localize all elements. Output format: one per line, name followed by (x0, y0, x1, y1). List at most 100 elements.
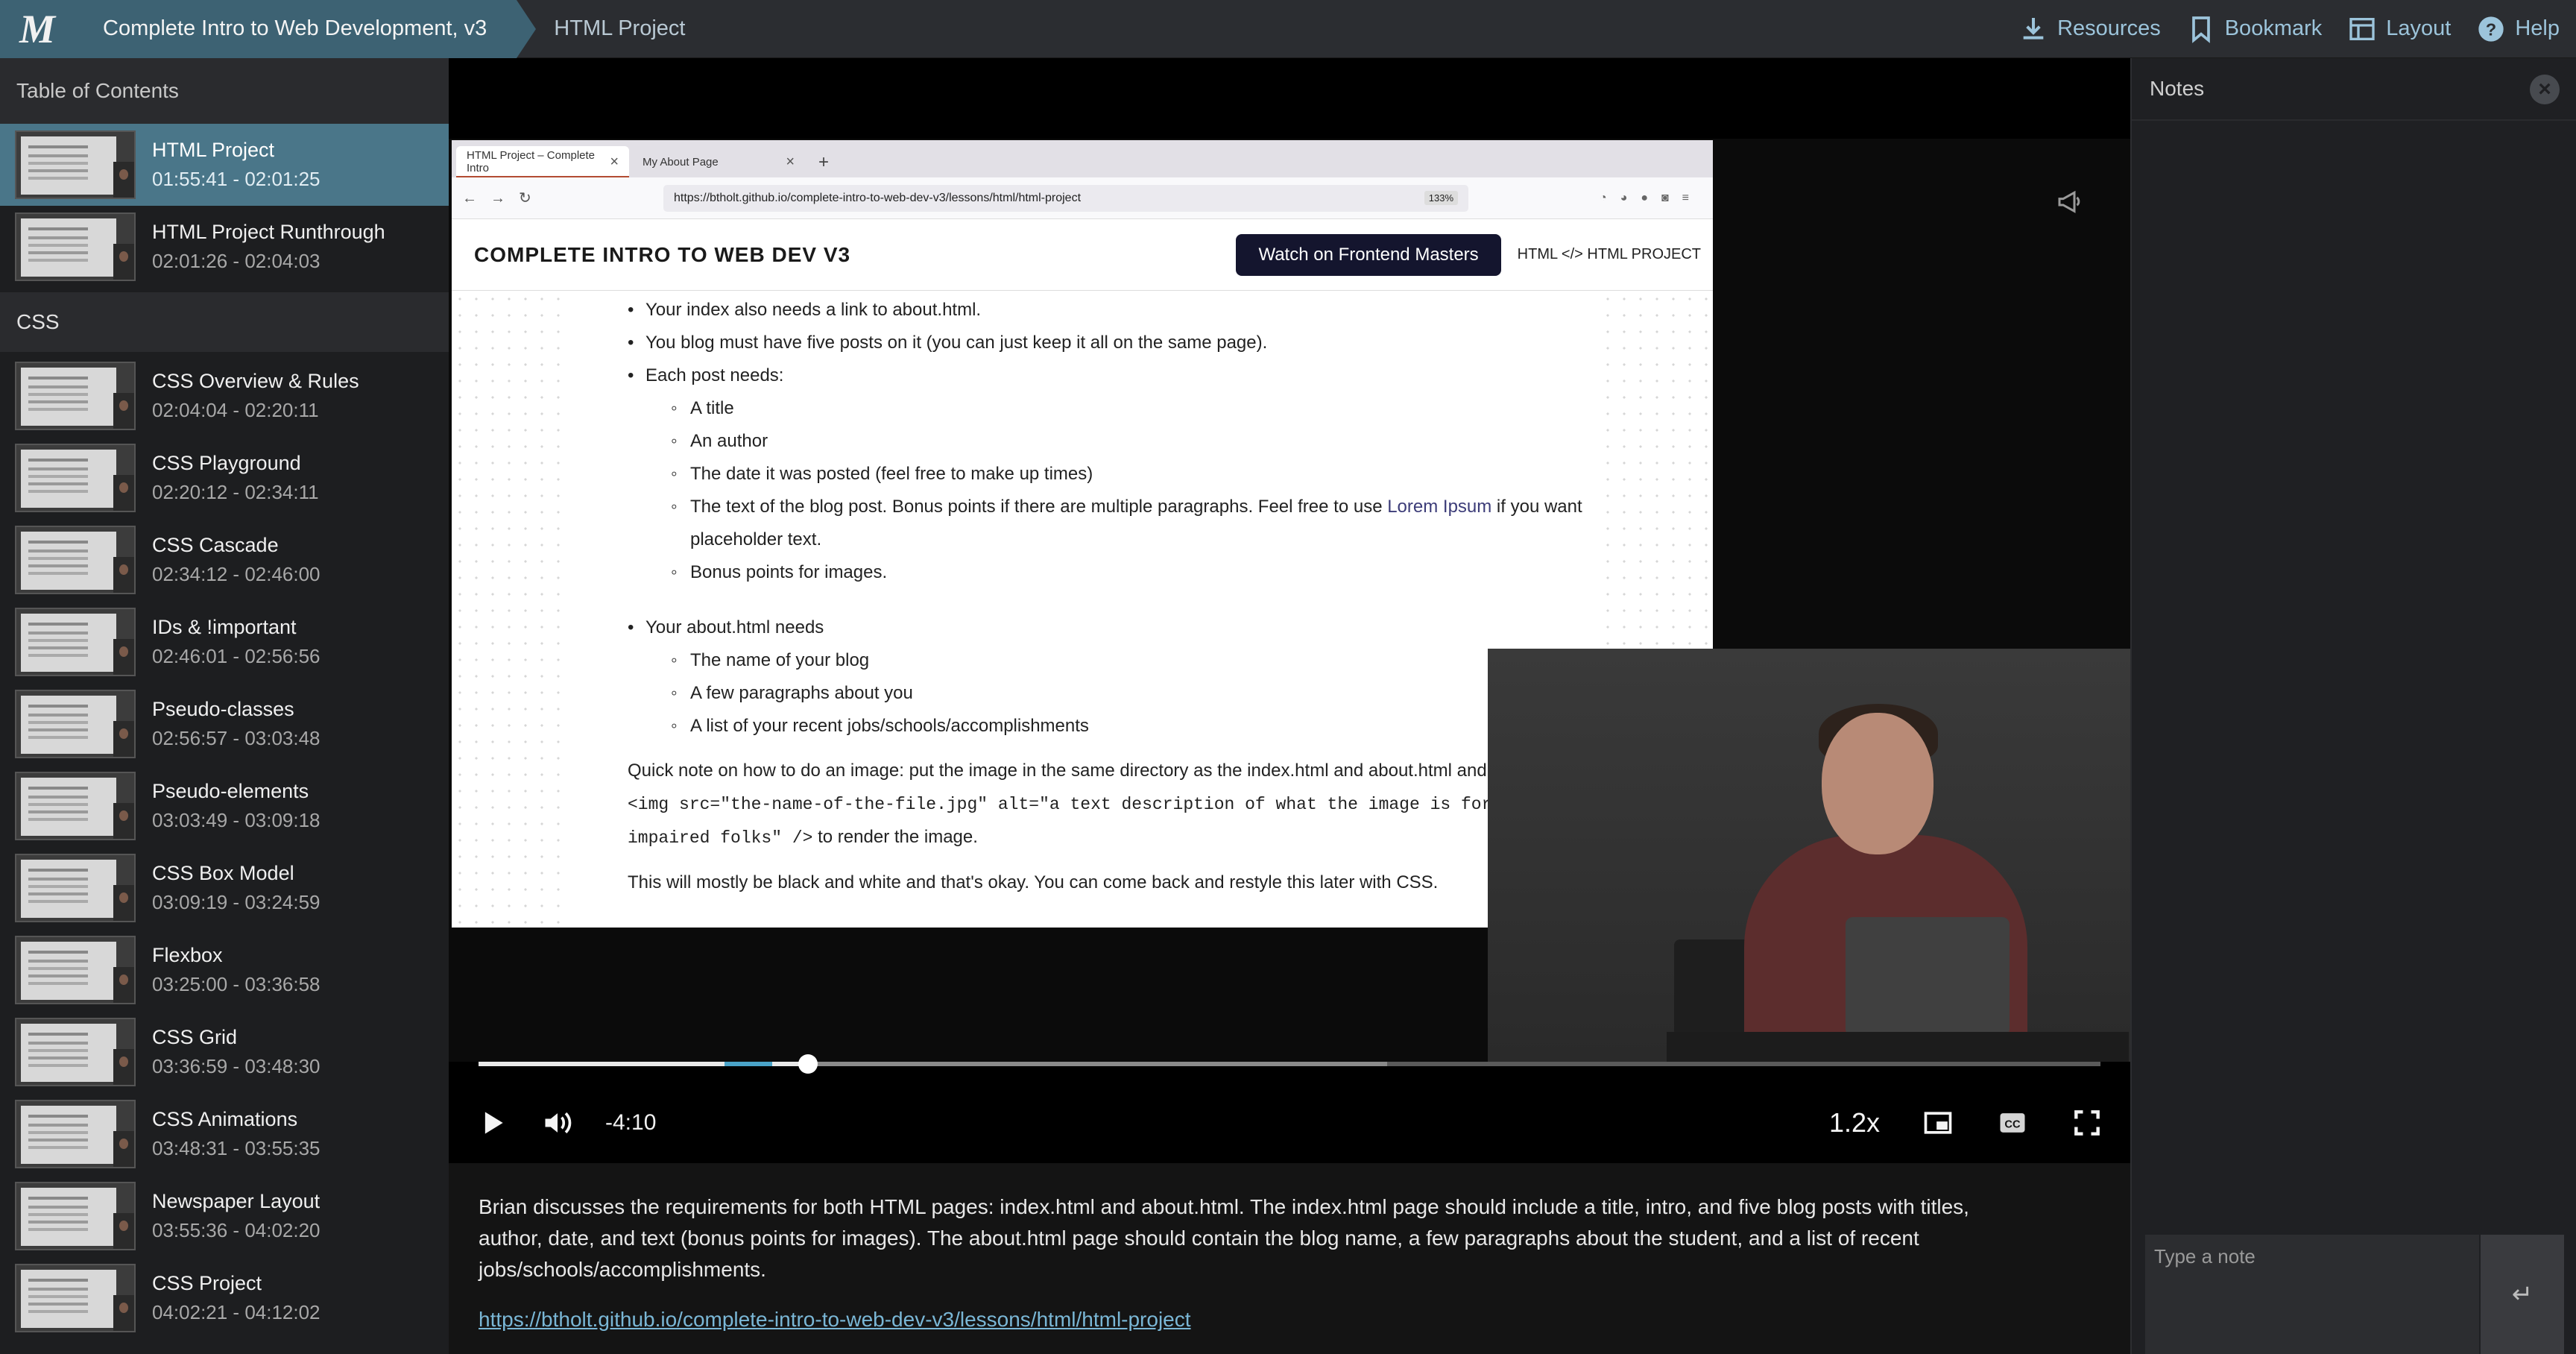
lesson-thumbnail (15, 1018, 136, 1086)
player-controls: -4:10 1.2x CC (449, 1083, 2130, 1163)
download-icon (2023, 17, 2044, 40)
resources-button[interactable]: Resources (2018, 14, 2161, 44)
lesson-item[interactable]: Pseudo-elements 03:03:49 - 03:09:18 (0, 765, 449, 847)
lesson-title: CSS Box Model (152, 862, 294, 884)
lesson-thumbnail (15, 690, 136, 758)
layout-icon (2349, 17, 2375, 40)
lesson-title: CSS Cascade (152, 534, 279, 556)
close-icon: × (610, 153, 619, 170)
volume-button[interactable] (541, 1106, 574, 1139)
lesson-thumbnail (15, 444, 136, 512)
lesson-item-html-project-runthrough[interactable]: HTML Project Runthrough 02:01:26 - 02:04… (0, 206, 449, 288)
lesson-title: CSS Overview & Rules (152, 370, 359, 392)
lesson-thumbnail (15, 936, 136, 1004)
list-item: Your about.html needs (628, 611, 1600, 644)
lesson-time: 03:55:36 - 04:02:20 (152, 1219, 321, 1241)
lesson-item[interactable]: Pseudo-classes 02:56:57 - 03:03:48 (0, 683, 449, 765)
lesson-item[interactable]: CSS Cascade 02:34:12 - 02:46:00 (0, 519, 449, 601)
list-item: The date it was posted (feel free to mak… (628, 458, 1600, 491)
lesson-thumbnail (15, 772, 136, 840)
notes-heading: Notes (2132, 58, 2576, 121)
lesson-thumbnail (15, 1100, 136, 1168)
browser-url-bar: https://btholt.github.io/complete-intro-… (663, 184, 1468, 212)
list-item: A title (628, 392, 1600, 425)
presenter-camera (1488, 649, 2130, 1062)
lesson-item[interactable]: Newspaper Layout 03:55:36 - 04:02:20 (0, 1175, 449, 1257)
breadcrumb-course[interactable]: Complete Intro to Web Development, v3 (75, 0, 537, 58)
table-of-contents: Table of Contents HTML Project 01:55:41 … (0, 58, 449, 1354)
close-icon: × (786, 153, 795, 170)
watch-on-fm-button: Watch on Frontend Masters (1236, 233, 1501, 276)
lesson-thumbnail (15, 130, 136, 199)
list-item: The name of your blog (628, 644, 1600, 677)
lesson-item[interactable]: CSS Box Model 03:09:19 - 03:24:59 (0, 847, 449, 929)
browser-nav-bar: ←→↻ https://btholt.github.io/complete-in… (452, 177, 1713, 219)
lesson-item[interactable]: CSS Grid 03:36:59 - 03:48:30 (0, 1011, 449, 1093)
browser-extension-icons: ◔◕●◙≡ (1600, 191, 1702, 204)
code-snippet: <img src="the-name-of-the-file.jpg" alt=… (628, 795, 1565, 848)
section-heading-css: CSS (0, 292, 449, 352)
lesson-item[interactable]: Flexbox 03:25:00 - 03:36:58 (0, 929, 449, 1011)
lesson-time: 04:02:21 - 04:12:02 (152, 1301, 321, 1323)
lesson-item[interactable]: CSS Playground 02:20:12 - 02:34:11 (0, 437, 449, 519)
help-button[interactable]: ? Help (2476, 14, 2560, 44)
lesson-thumbnail (15, 608, 136, 676)
layout-button[interactable]: Layout (2347, 14, 2451, 44)
lesson-thumbnail (15, 854, 136, 922)
site-breadcrumb: HTML </> HTML PROJECT (1517, 246, 1701, 262)
lesson-title: HTML Project Runthrough (152, 221, 385, 243)
list-item: Each post needs: (628, 359, 1600, 392)
lesson-time: 02:34:12 - 02:46:00 (152, 563, 321, 585)
close-icon[interactable]: × (2530, 75, 2560, 104)
browser-tab: HTML Project – Complete Intro × (456, 146, 629, 177)
captions-icon: CC (2000, 1113, 2025, 1133)
playback-speed-button[interactable]: 1.2x (1829, 1107, 1880, 1139)
bookmark-button[interactable]: Bookmark (2186, 14, 2322, 44)
top-bar: M Complete Intro to Web Development, v3 … (0, 0, 2576, 58)
lesson-item[interactable]: CSS Project 04:02:21 - 04:12:02 (0, 1257, 449, 1339)
video-player[interactable]: HTML Project – Complete Intro × My About … (449, 58, 2130, 1163)
list-item: Your index also needs a link to about.ht… (628, 294, 1600, 327)
description-text: Brian discusses the requirements for bot… (479, 1195, 1969, 1281)
picture-in-picture-button[interactable] (1922, 1106, 1954, 1139)
lesson-item[interactable]: CSS Animations 03:48:31 - 03:55:35 (0, 1093, 449, 1175)
paragraph-text: to render the image. (812, 827, 978, 847)
toc-heading: Table of Contents (0, 58, 449, 124)
lesson-link[interactable]: https://btholt.github.io/complete-intro-… (479, 1308, 1191, 1332)
play-button[interactable] (476, 1106, 508, 1139)
lesson-time: 02:56:57 - 03:03:48 (152, 727, 321, 749)
frontend-masters-logo[interactable]: M (0, 0, 75, 58)
fullscreen-button[interactable] (2071, 1106, 2103, 1139)
scrubber-handle[interactable] (798, 1054, 818, 1074)
lesson-title: IDs & !important (152, 616, 297, 638)
list-item: Bonus points for images. (628, 556, 1600, 589)
submit-note-button[interactable]: ↵ (2481, 1235, 2564, 1354)
captions-button[interactable]: CC (1996, 1106, 2029, 1139)
browser-tab-bar: HTML Project – Complete Intro × My About … (452, 140, 1713, 177)
breadcrumb-lesson: HTML Project (554, 16, 686, 40)
lesson-thumbnail (15, 526, 136, 594)
lesson-item-html-project[interactable]: HTML Project 01:55:41 - 02:01:25 (0, 124, 449, 206)
browser-nav-icons: ←→↻ (462, 190, 545, 207)
lesson-time: 01:55:41 - 02:01:25 (152, 168, 321, 190)
list-item: A few paragraphs about you (628, 677, 1600, 710)
megaphone-icon[interactable] (2054, 186, 2087, 216)
zoom-badge: 133% (1424, 191, 1458, 205)
lesson-thumbnail (15, 212, 136, 281)
play-icon (484, 1112, 503, 1134)
lesson-title: HTML Project (152, 139, 275, 161)
browser-tab: My About Page × (632, 146, 805, 177)
fullscreen-icon (2074, 1110, 2100, 1136)
lesson-thumbnail (15, 362, 136, 430)
lesson-title: CSS Playground (152, 452, 301, 474)
lesson-time: 02:04:04 - 02:20:11 (152, 399, 319, 421)
list-item: You blog must have five posts on it (you… (628, 327, 1600, 359)
lesson-item[interactable]: CSS Overview & Rules 02:04:04 - 02:20:11 (0, 355, 449, 437)
lesson-thumbnail (15, 1182, 136, 1250)
lesson-item[interactable]: IDs & !important 02:46:01 - 02:56:56 (0, 601, 449, 683)
url-text: https://btholt.github.io/complete-intro-… (674, 191, 1082, 204)
lesson-document: Your index also needs a link to about.ht… (568, 291, 1600, 928)
note-input[interactable] (2145, 1235, 2479, 1354)
lesson-time: 02:20:12 - 02:34:11 (152, 481, 319, 503)
progress-bar[interactable] (479, 1054, 2100, 1074)
